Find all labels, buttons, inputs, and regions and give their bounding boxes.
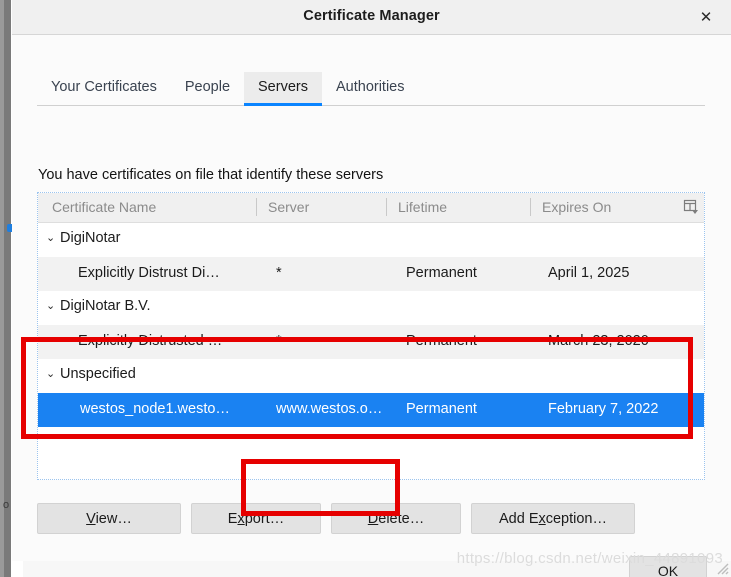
export-button-text: port… <box>244 510 285 527</box>
delete-button[interactable]: Delete… <box>331 503 461 534</box>
table-empty-area[interactable] <box>38 461 704 479</box>
group-label: Unspecified <box>60 366 136 382</box>
action-button-row: View… Export… Delete… Add Exception… <box>37 503 635 534</box>
cell-lifetime: Permanent <box>406 333 477 349</box>
add-exception-button[interactable]: Add Exception… <box>471 503 635 534</box>
delete-accesskey: D <box>367 510 379 527</box>
desktop-background-strip-inner <box>0 0 4 577</box>
chevron-down-icon[interactable]: ⌄ <box>46 368 58 380</box>
delete-button-label: Delete… <box>368 511 424 527</box>
add-exception-button-label: Add Exception… <box>499 511 607 527</box>
column-divider-2[interactable] <box>386 198 387 216</box>
table-row[interactable]: ⌄ DigiNotar B.V. <box>38 291 704 325</box>
view-accesskey: V <box>86 510 96 527</box>
table-row[interactable]: Explicitly Distrust Di… * Permanent Apri… <box>38 257 704 291</box>
chevron-down-icon[interactable]: ⌄ <box>46 232 58 244</box>
desktop-background-strip <box>0 0 11 577</box>
view-button-label: View… <box>86 511 132 527</box>
table-row-selected[interactable]: westos_node1.westo… www.westos.o… Perman… <box>38 393 704 427</box>
tab-authorities[interactable]: Authorities <box>322 72 419 106</box>
tab-your-certificates[interactable]: Your Certificates <box>37 72 171 106</box>
add-exception-accesskey: x <box>538 510 546 527</box>
export-accesskey: x <box>237 510 245 527</box>
certificates-table[interactable]: Certificate Name Server Lifetime Expires… <box>37 192 705 480</box>
chevron-down-icon[interactable]: ⌄ <box>46 300 58 312</box>
column-header-expires-on[interactable]: Expires On <box>542 199 611 215</box>
screen: o Certificate Manager ✕ Your Certificate… <box>0 0 731 577</box>
column-header-server[interactable]: Server <box>268 199 309 215</box>
column-picker-icon[interactable] <box>682 197 700 217</box>
table-header-row: Certificate Name Server Lifetime Expires… <box>38 193 704 223</box>
cell-expires-on: April 1, 2025 <box>548 265 630 281</box>
cell-certificate-name: westos_node1.westo… <box>80 401 230 417</box>
dialog-title: Certificate Manager <box>303 8 440 24</box>
column-divider-3[interactable] <box>530 198 531 216</box>
table-row[interactable]: ⌄ Unspecified <box>38 359 704 393</box>
tab-servers[interactable]: Servers <box>244 72 322 106</box>
watermark-text: https://blog.csdn.net/weixin_44891093 <box>456 550 723 567</box>
add-exception-pre: Add E <box>498 510 539 527</box>
cell-server: * <box>276 333 282 349</box>
cell-lifetime: Permanent <box>406 401 477 417</box>
export-button[interactable]: Export… <box>191 503 321 534</box>
table-empty-area[interactable] <box>38 427 704 461</box>
view-button-text: iew… <box>95 510 132 527</box>
certificate-manager-dialog: Certificate Manager ✕ Your Certificates … <box>12 0 731 577</box>
tab-strip: Your Certificates People Servers Authori… <box>37 70 705 106</box>
cell-expires-on: February 7, 2022 <box>548 401 659 417</box>
close-icon[interactable]: ✕ <box>693 5 719 29</box>
view-button[interactable]: View… <box>37 503 181 534</box>
cell-certificate-name: Explicitly Distrust Di… <box>78 265 220 281</box>
group-label: DigiNotar B.V. <box>60 298 151 314</box>
resize-grip-icon[interactable] <box>715 561 729 575</box>
export-button-pre: E <box>227 510 238 527</box>
cell-expires-on: March 23, 2020 <box>548 333 649 349</box>
cell-server: * <box>276 265 282 281</box>
column-header-lifetime[interactable]: Lifetime <box>398 199 447 215</box>
description-text: You have certificates on file that ident… <box>38 167 384 183</box>
background-edge-glyph: o <box>3 499 10 511</box>
cell-server: www.westos.o… <box>276 401 383 417</box>
dialog-body: Your Certificates People Servers Authori… <box>12 35 731 577</box>
add-exception-post: ception… <box>545 510 607 527</box>
column-header-certificate-name[interactable]: Certificate Name <box>52 199 156 215</box>
column-divider-1[interactable] <box>256 198 257 216</box>
delete-button-text: elete… <box>378 510 425 527</box>
table-row[interactable]: Explicitly Distrusted … * Permanent Marc… <box>38 325 704 359</box>
export-button-label: Export… <box>228 511 284 527</box>
table-row[interactable]: ⌄ DigiNotar <box>38 223 704 257</box>
cell-lifetime: Permanent <box>406 265 477 281</box>
group-label: DigiNotar <box>60 230 121 246</box>
dialog-titlebar: Certificate Manager ✕ <box>12 0 731 35</box>
cell-certificate-name: Explicitly Distrusted … <box>78 333 223 349</box>
tab-people[interactable]: People <box>171 72 244 106</box>
